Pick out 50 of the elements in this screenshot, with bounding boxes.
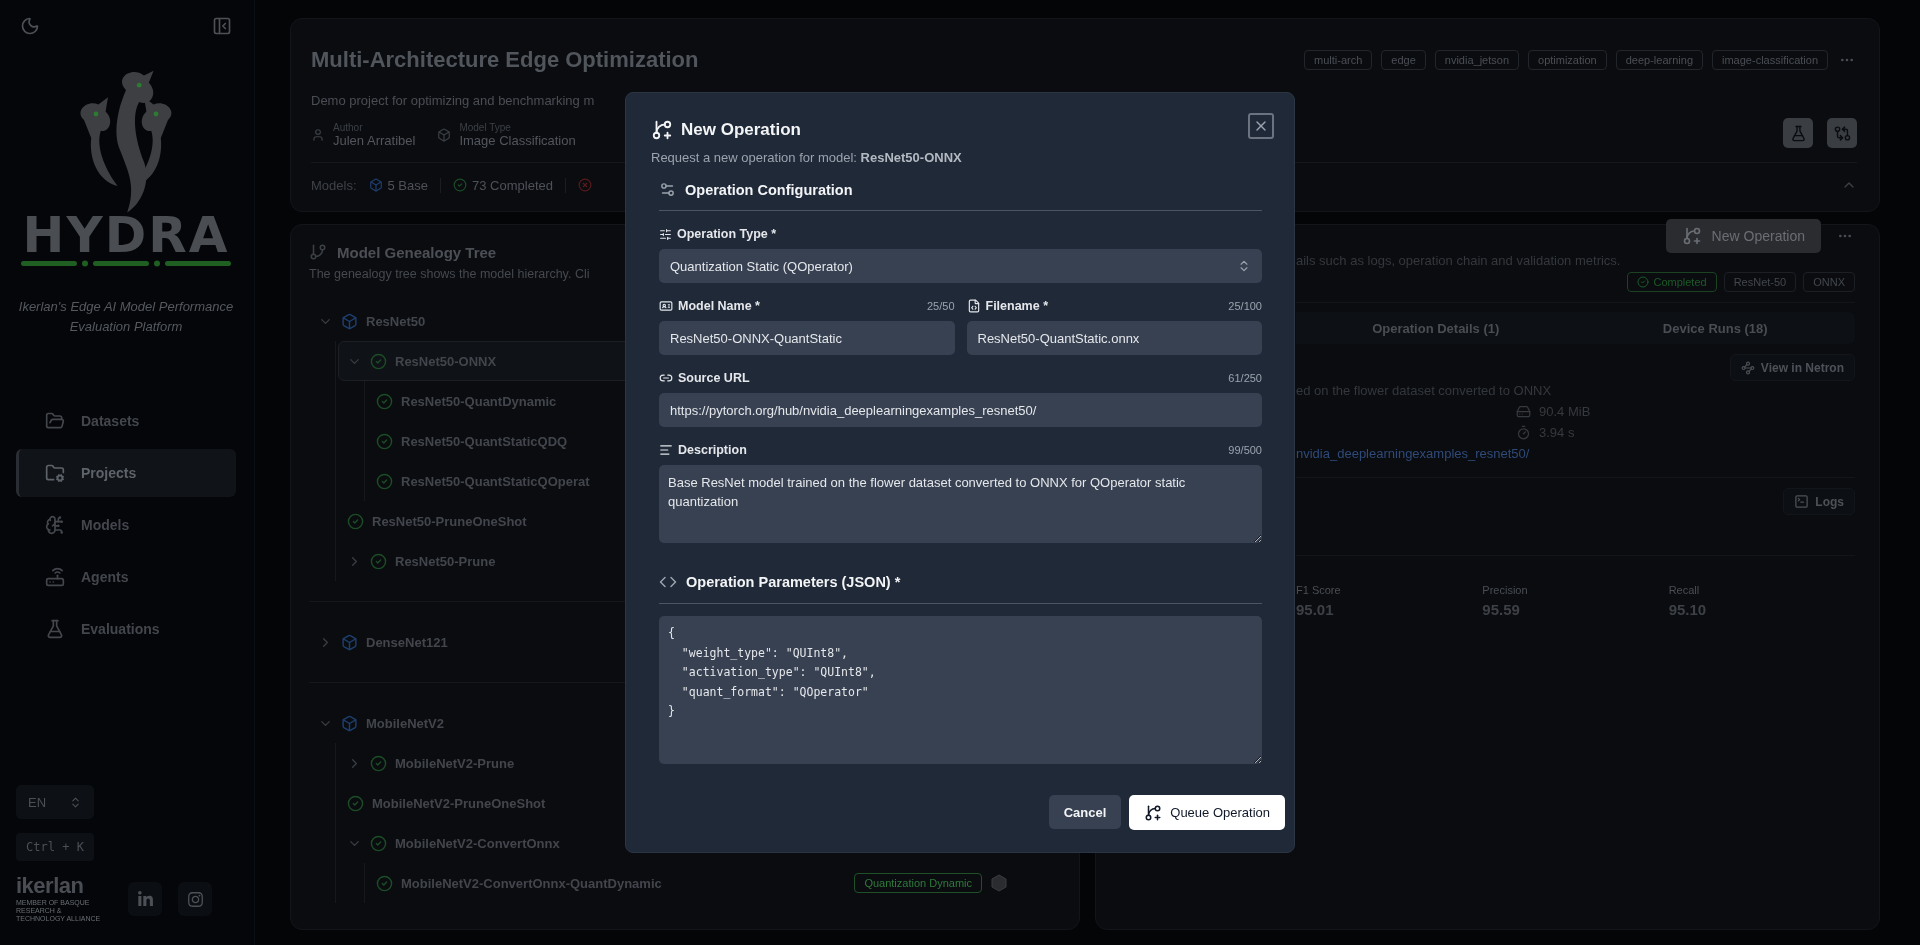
model-name: MobileNetV2-ConvertOnnx: [395, 835, 560, 851]
model-name: MobileNetV2-Prune: [395, 755, 515, 771]
model-name: ResNet50-QuantStaticQOperat: [401, 473, 590, 489]
character-counter: 25/100: [1228, 300, 1262, 312]
model-name: ResNet50-QuantStaticQDQ: [401, 433, 568, 449]
field-label: Description: [659, 443, 747, 457]
dialog-title: New Operation: [681, 120, 801, 140]
field-label: Model Name *: [659, 299, 760, 313]
section-title: Operation Configuration: [685, 181, 853, 198]
model-name: ResNet50-QuantDynamic: [401, 393, 557, 409]
metric-label: Recall: [1668, 584, 1701, 596]
project-title: Multi-Architecture Edge Optimization: [311, 47, 699, 73]
meta-value: Julen Arratibel: [333, 133, 416, 148]
project-tag: nvidia_jetson: [1434, 50, 1520, 70]
model-stat: 73 Completed: [453, 177, 566, 193]
model-tag: ONNX: [1803, 272, 1855, 292]
logo-wordmark: HYDRA: [22, 210, 230, 260]
section-title: Operation Parameters (JSON) *: [686, 574, 901, 590]
model-name: MobileNetV2-ConvertOnnx-QuantDynamic: [401, 875, 662, 891]
keyboard-shortcut: Ctrl + K: [16, 833, 94, 861]
meta-value: Image Classification: [459, 133, 576, 148]
card-description: The genealogy tree shows the model hierarchy. Cli: [309, 267, 590, 281]
field-label: Operation Type *: [659, 227, 777, 241]
tagline: Ikerlan's Edge AI Model Performance Evaluation Platform: [17, 298, 235, 336]
project-tag: multi-arch: [1304, 50, 1373, 70]
field-label: Source URL: [659, 371, 750, 385]
model-name: DenseNet121: [366, 634, 448, 650]
project-tag: deep-learning: [1615, 50, 1703, 70]
model-tag: ResNet-50: [1723, 272, 1797, 292]
operation-badge: Quantization Dynamic: [854, 873, 982, 893]
metric-label: F1 Score: [1296, 584, 1342, 596]
project-tag: image-classification: [1712, 50, 1828, 70]
model-name: ResNet50: [366, 313, 426, 329]
character-counter: 61/250: [1228, 372, 1262, 384]
project-tag: edge: [1381, 50, 1426, 70]
project-description: Demo project for optimizing and benchmarking m: [311, 93, 596, 108]
model-name: ResNet50-PruneOneShot: [372, 513, 527, 529]
model-name: MobileNetV2-PruneOneShot: [372, 795, 546, 811]
status-badge: Completed: [1627, 272, 1717, 292]
character-counter: 99/500: [1228, 444, 1262, 456]
metric-label: Precision: [1482, 584, 1529, 596]
field-label: Filename *: [966, 299, 1049, 313]
model-stat: 5 Base: [368, 177, 441, 193]
model-name: ResNet50-Prune: [395, 553, 496, 569]
dialog-subtitle: Request a new operation for model: ResNet50-ONNX: [651, 150, 963, 165]
footer-logo: ikerlan: [16, 875, 85, 897]
card-title: Model Genealogy Tree: [337, 243, 497, 261]
character-counter: 25/50: [926, 300, 955, 312]
model-name: MobileNetV2: [366, 715, 444, 731]
project-tag: optimization: [1528, 50, 1607, 70]
